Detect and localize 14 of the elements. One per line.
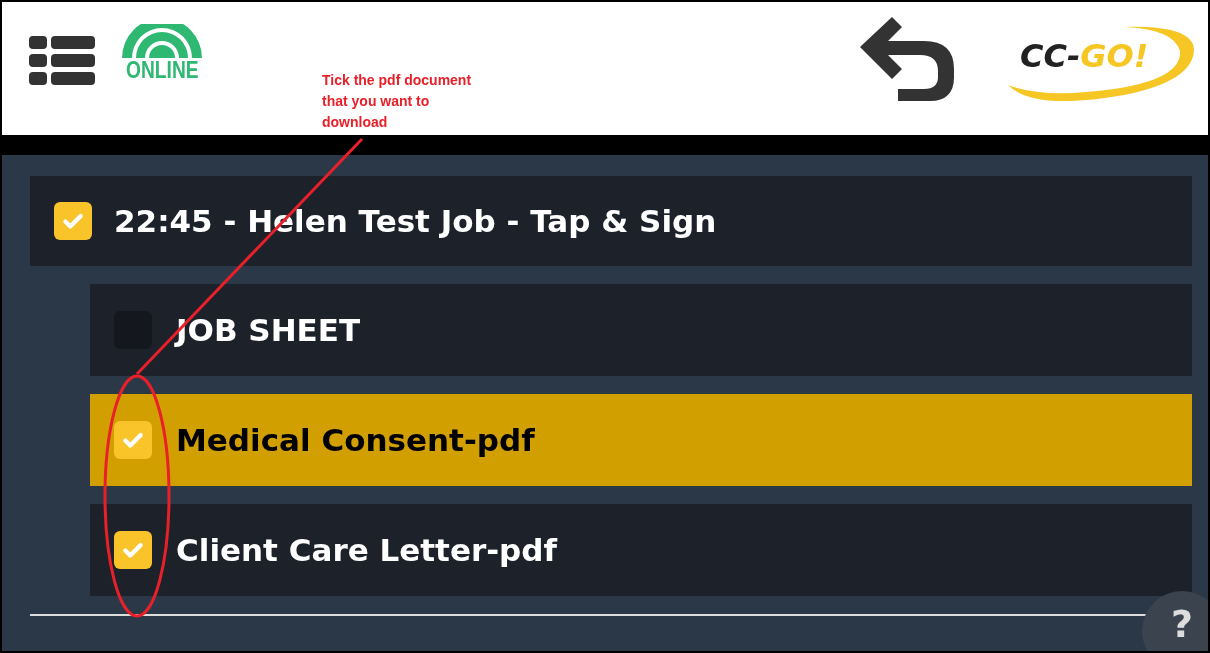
checkbox[interactable] <box>114 421 152 459</box>
checkbox[interactable] <box>114 531 152 569</box>
document-name: Medical Consent-pdf <box>176 422 535 458</box>
signal-arcs-icon <box>120 23 205 58</box>
online-status: ONLINE <box>126 57 199 82</box>
checkbox[interactable] <box>54 202 92 240</box>
document-name: Client Care Letter-pdf <box>176 532 557 568</box>
document-name: JOB SHEET <box>176 312 361 348</box>
document-row[interactable]: JOB SHEET <box>90 284 1192 376</box>
annotation-text: Tick the pdf document that you want to download <box>322 71 473 132</box>
menu-icon[interactable] <box>29 35 95 86</box>
document-row[interactable]: Medical Consent-pdf <box>90 394 1192 486</box>
document-row[interactable]: Client Care Letter-pdf <box>90 504 1192 596</box>
help-button[interactable]: ? <box>1142 591 1208 651</box>
